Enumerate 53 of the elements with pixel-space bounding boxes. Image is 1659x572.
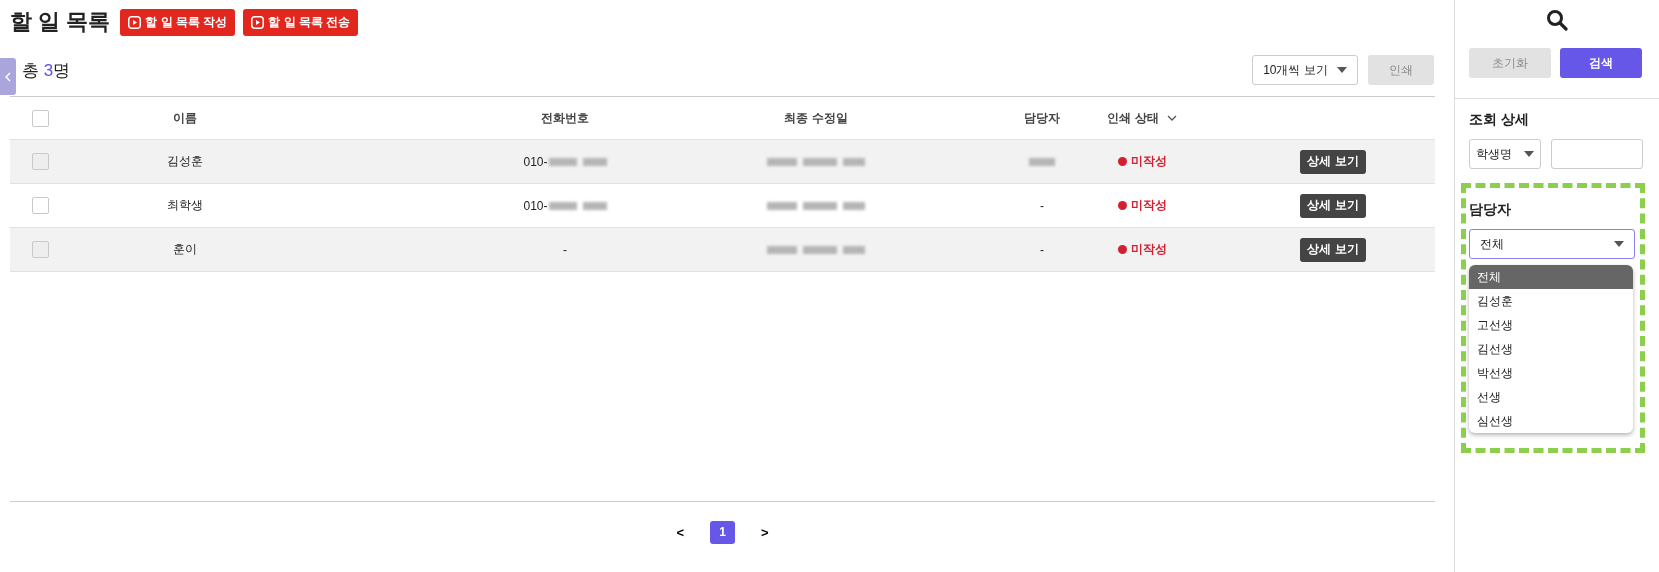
manager-select[interactable]: 전체 [1469, 229, 1636, 259]
page-size-select[interactable]: 10개씩 보기 [1252, 55, 1359, 85]
dropdown-option[interactable]: 고선생 [1469, 313, 1634, 337]
table-cell: 김성훈 [167, 153, 203, 170]
page-button[interactable]: 1 [710, 520, 735, 544]
table-cell: - [563, 242, 567, 257]
caret-icon [1524, 151, 1535, 157]
table-cell: 010- [523, 154, 548, 169]
search-field[interactable] [1551, 139, 1644, 169]
section-title: 담당자 [1469, 201, 1513, 219]
video-button[interactable]: 할 일 목록 전송 [243, 8, 359, 36]
search-icon[interactable] [1546, 9, 1569, 31]
video-button[interactable]: 할 일 목록 작성 [120, 8, 236, 36]
status-label: 미작성 [1117, 153, 1167, 170]
checkbox[interactable] [31, 197, 49, 214]
total-count: 총 3명 [21, 59, 71, 82]
caret-icon [1614, 241, 1625, 247]
play-icon [251, 15, 265, 29]
chevron-left-icon [5, 71, 11, 82]
status-label: 미작성 [1117, 197, 1167, 214]
caret-icon [1337, 67, 1348, 73]
dropdown-option[interactable]: 심선생 [1469, 409, 1634, 433]
field-select[interactable]: 학생명 [1469, 139, 1542, 169]
detail-button[interactable]: 상세 보기 [1300, 193, 1366, 218]
column-header: 전화번호 [541, 109, 589, 127]
dropdown-option[interactable]: 김성훈 [1469, 289, 1634, 313]
chevron-down-icon [1166, 115, 1177, 121]
checkbox[interactable] [31, 153, 49, 170]
prev-page-button[interactable]: < [672, 524, 688, 540]
column-header: 이름 [173, 109, 197, 127]
dropdown-option[interactable]: 전체 [1469, 265, 1634, 289]
dropdown-option[interactable]: 박선생 [1469, 361, 1634, 385]
table-cell: 훈이 [173, 241, 197, 258]
detail-button[interactable]: 상세 보기 [1300, 149, 1366, 174]
page-title: 할 일 목록 [10, 8, 111, 36]
search-button[interactable]: 검색 [1560, 48, 1643, 78]
column-header: 담당자 [1024, 109, 1060, 127]
checkbox[interactable] [31, 241, 49, 258]
detail-button[interactable]: 상세 보기 [1300, 237, 1366, 262]
table-cell: 최학생 [167, 197, 203, 214]
status-label: 미작성 [1117, 241, 1167, 258]
section-title: 조회 상세 [1469, 111, 1530, 129]
dropdown-option[interactable]: 김선생 [1469, 337, 1634, 361]
checkbox[interactable] [31, 109, 49, 127]
play-icon [128, 15, 142, 29]
column-header[interactable]: 인쇄 상태 [1107, 109, 1177, 127]
table-cell: - [1040, 198, 1044, 213]
dropdown-option[interactable]: 선생 [1469, 385, 1634, 409]
column-header: 최종 수정일 [784, 109, 848, 127]
sidebar-toggle[interactable] [0, 58, 16, 95]
next-page-button[interactable]: > [757, 524, 773, 540]
table-cell: - [1040, 242, 1044, 257]
table-cell: 010- [523, 198, 548, 213]
